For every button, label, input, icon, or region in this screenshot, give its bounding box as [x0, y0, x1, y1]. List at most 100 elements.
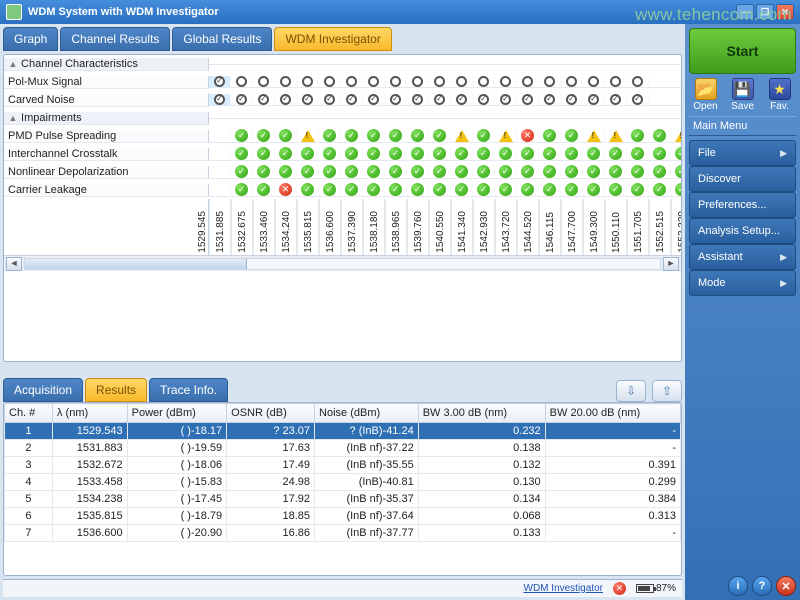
matrix-cell[interactable] — [539, 147, 561, 160]
matrix-cell[interactable] — [583, 183, 605, 196]
column-header[interactable]: λ (nm) — [52, 404, 127, 423]
top-tab-channel-results[interactable]: Channel Results — [60, 27, 170, 51]
wavelength-column[interactable]: 1534.240 — [275, 199, 297, 255]
matrix-cell[interactable] — [363, 94, 385, 105]
matrix-cell[interactable] — [341, 129, 363, 142]
matrix-cell[interactable] — [627, 183, 649, 196]
panel-up-button[interactable]: ⇧ — [652, 380, 682, 402]
menu-item-mode[interactable]: Mode▶ — [689, 270, 796, 296]
matrix-cell[interactable] — [473, 129, 495, 142]
matrix-cell[interactable] — [363, 129, 385, 142]
table-row[interactable]: 61535.815( )-18.7918.85(InB nf)-37.640.0… — [5, 508, 681, 525]
top-tab-wdm-investigator[interactable]: WDM Investigator — [274, 27, 391, 51]
matrix-cell[interactable] — [209, 76, 231, 87]
matrix-cell[interactable] — [539, 165, 561, 178]
wavelength-column[interactable]: 1541.340 — [451, 199, 473, 255]
group-header[interactable]: ▲ Channel Characteristics — [4, 58, 209, 71]
matrix-cell[interactable] — [605, 165, 627, 178]
matrix-cell[interactable] — [517, 183, 539, 196]
matrix-cell[interactable] — [517, 94, 539, 105]
matrix-cell[interactable] — [385, 129, 407, 142]
scroll-thumb[interactable] — [25, 259, 247, 269]
scroll-track[interactable] — [24, 258, 661, 270]
matrix-cell[interactable] — [517, 129, 539, 142]
power-button[interactable]: ✕ — [776, 576, 796, 596]
column-header[interactable]: BW 3.00 dB (nm) — [418, 404, 545, 423]
matrix-cell[interactable] — [451, 76, 473, 87]
matrix-cell[interactable] — [209, 94, 231, 105]
matrix-cell[interactable] — [231, 76, 253, 87]
wavelength-column[interactable]: 1532.675 — [231, 199, 253, 255]
wavelength-column[interactable]: 1543.720 — [495, 199, 517, 255]
matrix-cell[interactable] — [385, 94, 407, 105]
column-header[interactable]: BW 20.00 dB (nm) — [545, 404, 680, 423]
matrix-cell[interactable] — [495, 183, 517, 196]
matrix-cell[interactable] — [297, 165, 319, 178]
matrix-cell[interactable] — [253, 129, 275, 142]
matrix-cell[interactable] — [297, 147, 319, 160]
matrix-cell[interactable] — [253, 147, 275, 160]
matrix-cell[interactable] — [231, 183, 253, 196]
matrix-cell[interactable] — [583, 165, 605, 178]
matrix-cell[interactable] — [363, 183, 385, 196]
matrix-cell[interactable] — [627, 165, 649, 178]
matrix-cell[interactable] — [231, 165, 253, 178]
wavelength-column[interactable]: 1552.515 — [649, 199, 671, 255]
matrix-cell[interactable] — [407, 94, 429, 105]
matrix-cell[interactable] — [627, 76, 649, 87]
matrix-cell[interactable] — [671, 129, 681, 142]
menu-item-preferences-[interactable]: Preferences... — [689, 192, 796, 218]
matrix-cell[interactable] — [583, 147, 605, 160]
matrix-cell[interactable] — [231, 129, 253, 142]
save-button[interactable]: 💾 Save — [726, 78, 759, 112]
matrix-cell[interactable] — [451, 94, 473, 105]
info-button[interactable]: i — [728, 576, 748, 596]
wavelength-column[interactable]: 1542.930 — [473, 199, 495, 255]
matrix-cell[interactable] — [209, 183, 231, 196]
matrix-cell[interactable] — [473, 183, 495, 196]
matrix-cell[interactable] — [495, 165, 517, 178]
matrix-cell[interactable] — [495, 147, 517, 160]
matrix-cell[interactable] — [429, 183, 451, 196]
matrix-cell[interactable] — [209, 147, 231, 160]
matrix-cell[interactable] — [209, 129, 231, 142]
matrix-cell[interactable] — [253, 183, 275, 196]
matrix-cell[interactable] — [319, 129, 341, 142]
open-button[interactable]: 📂 Open — [689, 78, 722, 112]
matrix-cell[interactable] — [649, 147, 671, 160]
matrix-cell[interactable] — [561, 183, 583, 196]
start-button[interactable]: Start — [689, 28, 796, 74]
matrix-cell[interactable] — [671, 183, 681, 196]
matrix-cell[interactable] — [429, 94, 451, 105]
wavelength-column[interactable]: 1533.460 — [253, 199, 275, 255]
matrix-cell[interactable] — [605, 76, 627, 87]
matrix-cell[interactable] — [275, 94, 297, 105]
table-row[interactable]: 41533.458( )-15.8324.98(InB)-40.810.1300… — [5, 474, 681, 491]
matrix-cell[interactable] — [451, 129, 473, 142]
group-header[interactable]: ▲ Impairments — [4, 112, 209, 125]
scroll-left-button[interactable]: ◄ — [6, 257, 22, 271]
matrix-cell[interactable] — [253, 76, 275, 87]
matrix-cell[interactable] — [231, 94, 253, 105]
matrix-cell[interactable] — [341, 76, 363, 87]
wavelength-column[interactable]: 1547.700 — [561, 199, 583, 255]
matrix-cell[interactable] — [297, 129, 319, 142]
panel-down-button[interactable]: ⇩ — [616, 380, 646, 402]
top-tab-global-results[interactable]: Global Results — [172, 27, 272, 51]
matrix-cell[interactable] — [429, 147, 451, 160]
matrix-cell[interactable] — [539, 76, 561, 87]
matrix-cell[interactable] — [319, 76, 341, 87]
matrix-cell[interactable] — [385, 165, 407, 178]
wavelength-column[interactable]: 1537.390 — [341, 199, 363, 255]
horizontal-scrollbar[interactable]: ◄ ► — [4, 255, 681, 271]
matrix-cell[interactable] — [605, 129, 627, 142]
table-row[interactable]: 21531.883( )-19.5917.63(InB nf)-37.220.1… — [5, 440, 681, 457]
matrix-cell[interactable] — [253, 165, 275, 178]
table-row[interactable]: 11529.543( )-18.17? 23.07? (InB)-41.240.… — [5, 423, 681, 440]
matrix-cell[interactable] — [275, 183, 297, 196]
matrix-cell[interactable] — [319, 147, 341, 160]
column-header[interactable]: Power (dBm) — [127, 404, 227, 423]
matrix-cell[interactable] — [451, 165, 473, 178]
matrix-cell[interactable] — [407, 147, 429, 160]
matrix-cell[interactable] — [231, 147, 253, 160]
